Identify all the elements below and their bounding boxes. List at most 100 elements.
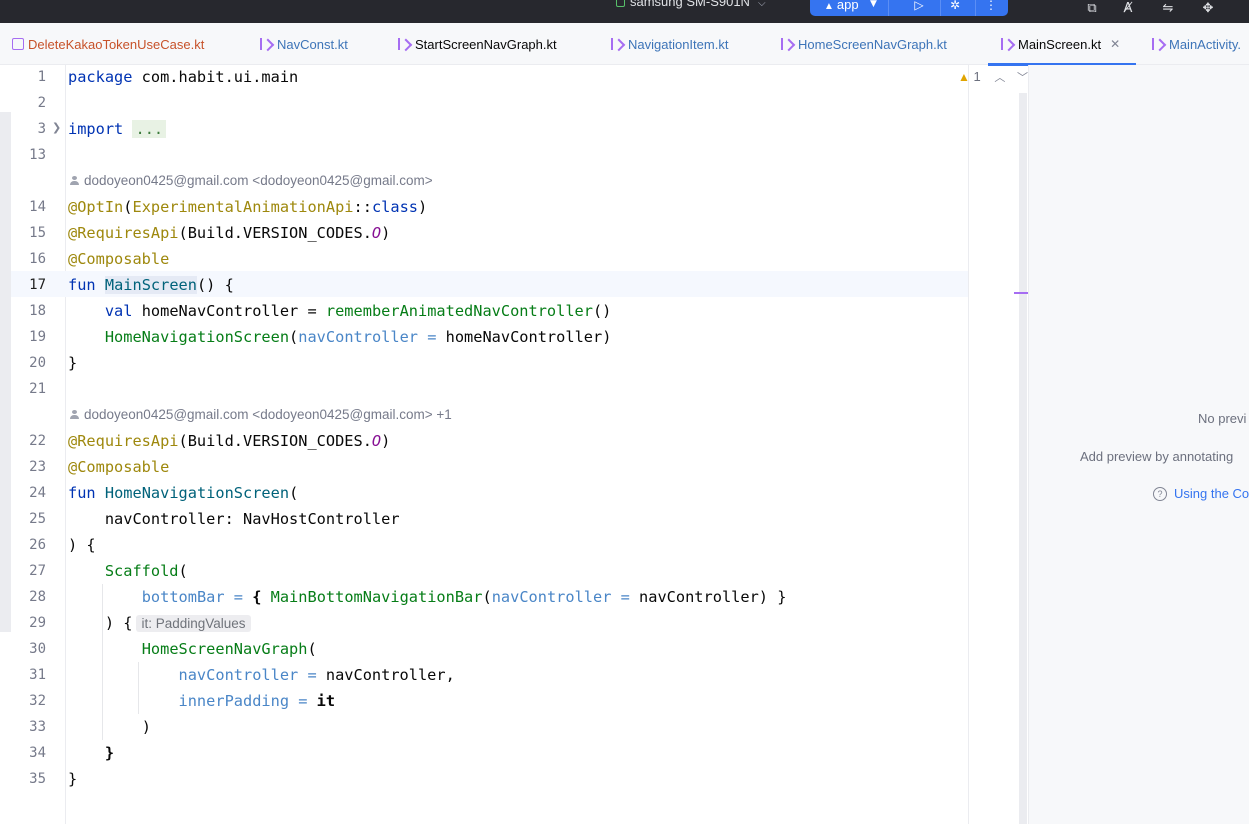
line-number: 23 [29, 459, 46, 475]
device-manager-icon[interactable]: ⧉ [1082, 0, 1102, 16]
run-icon[interactable]: ▷ [908, 0, 930, 14]
code-text: ) [141, 718, 151, 736]
tab-label: HomeScreenNavGraph.kt [798, 36, 947, 52]
editor-tabs: DeleteKakaoTokenUseCase.kt NavConst.kt S… [0, 23, 1249, 66]
divider [975, 0, 976, 16]
android-icon: ▲ [824, 1, 834, 12]
no-preview-text: No previ [1198, 411, 1247, 426]
tab-home-screen-nav-graph[interactable]: HomeScreenNavGraph.kt [780, 23, 947, 65]
kotlin-file-icon [397, 38, 409, 50]
run-config-label: app [836, 0, 859, 12]
vcs-icon[interactable]: ⇋ [1158, 0, 1178, 16]
tab-main-screen[interactable]: MainScreen.kt ✕ [987, 23, 1137, 66]
tab-label: NavigationItem.kt [628, 36, 729, 52]
line-number: 18 [29, 303, 46, 319]
code-line: @Composable [68, 246, 169, 272]
help-icon: ? [1153, 486, 1167, 501]
line-number: 28 [29, 589, 46, 605]
author-text: dodoyeon0425@gmail.com <dodoyeon0425@gma… [84, 407, 452, 422]
close-icon[interactable]: ✕ [1110, 37, 1120, 51]
kotlin-file-icon [610, 38, 622, 50]
line-number: 1 [37, 69, 46, 85]
code-text: homeNavController = [132, 302, 326, 320]
code-author-hint[interactable]: dodoyeon0425@gmail.com <dodoyeon0425@gma… [70, 402, 452, 428]
chevron-right-icon[interactable]: ❯ [52, 121, 61, 134]
code-text: com.habit.ui.main [132, 68, 299, 86]
line-number: 32 [29, 693, 46, 709]
function-call: HomeNavigationScreen [104, 328, 290, 346]
line-number: 22 [29, 433, 46, 449]
code-text: } [68, 770, 78, 788]
code-text: navController, [316, 666, 455, 684]
tab-label: MainActivity. [1169, 36, 1241, 52]
tab-label: DeleteKakaoTokenUseCase.kt [28, 36, 205, 52]
code-line: ) {it: PaddingValues [68, 610, 251, 636]
divider [888, 0, 889, 16]
code-text: navController: NavHostController [104, 510, 400, 528]
kotlin-file-icon [1000, 38, 1012, 50]
line-number: 24 [29, 485, 46, 501]
code-line: fun MainScreen() { [68, 272, 234, 298]
line-number: 34 [29, 745, 46, 761]
constant: O [371, 224, 382, 242]
line-number: 2 [37, 95, 46, 111]
tab-start-screen-nav-graph[interactable]: StartScreenNavGraph.kt [397, 23, 557, 65]
keyword: class [371, 198, 418, 216]
code-text: ) { [68, 536, 96, 554]
more-options-icon[interactable]: ⋮ [980, 0, 1002, 14]
top-toolbar: samsung SM-S901N ⌵ ▲ app ▼ ▷ ✲ ⋮ ⧉ Ⱥ ⇋ ✥ [0, 0, 1249, 23]
compose-preview-panel: No previ Add preview by annotating ? Usin… [1028, 65, 1249, 824]
code-text: (Build.VERSION_CODES. [178, 224, 372, 242]
code-line: Scaffold( [68, 558, 188, 584]
gutter-change-strip [0, 112, 11, 632]
code-text: ) [381, 224, 391, 242]
annotation: @RequiresApi [68, 224, 179, 242]
code-line: fun HomeNavigationScreen( [68, 480, 298, 506]
run-config-selector[interactable]: ▲ app [824, 0, 859, 12]
kotlin-file-icon [259, 38, 271, 50]
code-line: val homeNavController = rememberAnimated… [68, 298, 612, 324]
translate-icon[interactable]: Ⱥ [1118, 0, 1138, 16]
tab-navigation-item[interactable]: NavigationItem.kt [610, 23, 728, 65]
kotlin-file-icon [12, 38, 24, 50]
line-number-current: 17 [29, 277, 46, 293]
code-text: () [592, 302, 612, 320]
line-number: 35 [29, 771, 46, 787]
code-author-hint[interactable]: dodoyeon0425@gmail.com <dodoyeon0425@gma… [70, 168, 433, 194]
code-line: import ... [68, 116, 167, 142]
chevron-down-icon: ▼ [870, 0, 877, 9]
function-call: HomeScreenNavGraph [141, 640, 308, 658]
annotation: @RequiresApi [68, 432, 179, 450]
tab-label: StartScreenNavGraph.kt [415, 36, 557, 52]
layout-inspector-icon[interactable]: ✥ [1198, 0, 1218, 16]
code-text: ) [381, 432, 391, 450]
tab-nav-const[interactable]: NavConst.kt [259, 23, 348, 65]
annotation: @Composable [68, 458, 170, 476]
divider [940, 0, 941, 16]
device-label: samsung SM-S901N [630, 0, 750, 9]
named-param: bottomBar = [141, 588, 243, 606]
kotlin-file-icon [1151, 38, 1163, 50]
code-text: homeNavController) [436, 328, 612, 346]
named-param: innerPadding = [178, 692, 308, 710]
code-line: navController = navController, [68, 662, 455, 688]
vertical-scrollbar[interactable] [1019, 93, 1027, 824]
using-compose-link[interactable]: ? Using the Co [1153, 486, 1249, 501]
caret-marker [1014, 292, 1028, 294]
line-number: 16 [29, 251, 46, 267]
debug-icon[interactable]: ✲ [944, 0, 966, 14]
code-line: ) [68, 714, 151, 740]
code-text: ( [289, 328, 299, 346]
annotation: @OptIn [68, 198, 124, 216]
code-line: @RequiresApi(Build.VERSION_CODES.O) [68, 428, 390, 454]
device-selector[interactable]: samsung SM-S901N ⌵ [616, 0, 766, 9]
chevron-down-icon[interactable]: ﹀ [1017, 72, 1028, 84]
gutter-divider [65, 65, 66, 824]
add-preview-text: Add preview by annotating [1080, 449, 1234, 464]
folded-imports[interactable]: ... [132, 120, 167, 138]
tab-delete-kakao-token-use-case[interactable]: DeleteKakaoTokenUseCase.kt [12, 23, 204, 65]
code-line: ) { [68, 532, 96, 558]
chevron-up-icon[interactable]: ︿ [994, 72, 1005, 84]
tab-main-activity[interactable]: MainActivity. [1151, 23, 1241, 65]
warning-count: 1 [973, 69, 981, 84]
